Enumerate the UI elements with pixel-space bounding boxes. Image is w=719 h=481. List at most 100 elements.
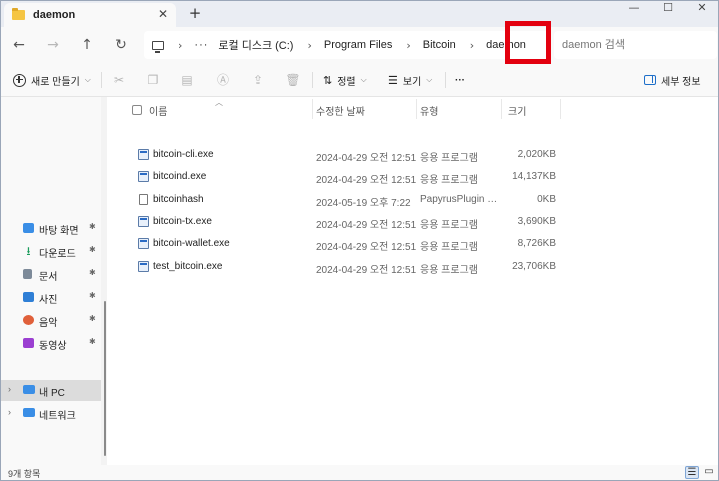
rename-icon[interactable]: Ⓐ <box>215 72 231 88</box>
breadcrumb-bitcoin[interactable]: Bitcoin <box>423 39 456 51</box>
file-type: 응용 프로그램 <box>420 220 478 231</box>
sidebar-item-desktop[interactable]: 바탕 화면 ✱ <box>1 218 101 238</box>
toolbar-divider <box>445 72 446 88</box>
tab-daemon[interactable]: daemon ✕ <box>4 3 176 27</box>
file-name: bitcoin-tx.exe <box>153 216 212 227</box>
tiles-view-icon[interactable]: ▭ <box>702 466 716 479</box>
cut-icon[interactable]: ✂ <box>111 72 127 88</box>
refresh-button[interactable]: ↻ <box>110 35 132 55</box>
file-date: 2024-04-29 오전 12:51 <box>316 220 417 231</box>
column-divider[interactable] <box>560 99 561 119</box>
column-header-date[interactable]: 수정한 날짜 <box>316 103 365 118</box>
new-tab-button[interactable]: + <box>187 5 203 21</box>
folder-icon <box>12 8 25 20</box>
copy-icon[interactable]: ❐ <box>145 72 161 88</box>
file-date: 2024-04-29 오전 12:51 <box>316 175 417 186</box>
title-bar: daemon ✕ + — ☐ ✕ <box>1 1 718 27</box>
paste-icon[interactable]: ▤ <box>179 72 195 88</box>
this-pc-icon <box>23 385 35 394</box>
forward-button[interactable]: → <box>42 35 64 55</box>
file-name: bitcoind.exe <box>153 171 207 182</box>
breadcrumb-local-disk[interactable]: 로컬 디스크 (C:) <box>218 37 293 53</box>
address-bar[interactable]: › ··· 로컬 디스크 (C:) › Program Files › Bitc… <box>144 31 551 59</box>
column-header-size[interactable]: 크기 <box>508 103 526 118</box>
column-divider[interactable] <box>501 99 502 119</box>
select-all-checkbox[interactable] <box>132 105 142 115</box>
music-icon <box>23 315 34 325</box>
sidebar-item-documents[interactable]: 문서 ✱ <box>1 264 101 284</box>
table-row[interactable]: test_bitcoin.exe 2024-04-29 오전 12:51 응용 … <box>107 256 718 278</box>
add-icon <box>13 73 26 87</box>
breadcrumb-program-files[interactable]: Program Files <box>324 39 392 51</box>
table-row[interactable]: bitcoinhash 2024-05-19 오후 7:22 PapyrusPl… <box>107 189 718 211</box>
chevron-down-icon: ⌵ <box>84 75 91 84</box>
share-icon[interactable]: ⇪ <box>250 72 266 88</box>
sidebar-item-videos[interactable]: 동영상 ✱ <box>1 333 101 353</box>
file-name: bitcoin-cli.exe <box>153 149 214 160</box>
column-header-type[interactable]: 유형 <box>420 103 438 118</box>
sidebar-item-music[interactable]: 음악 ✱ <box>1 310 101 330</box>
details-pane-icon <box>644 75 656 85</box>
new-button-label: 새로 만들기 <box>31 76 80 88</box>
file-explorer-window: daemon ✕ + — ☐ ✕ ← → ↑ ↻ › ··· 로컬 디스크 (C… <box>0 0 719 481</box>
pin-icon: ✱ <box>89 222 96 231</box>
pin-icon: ✱ <box>89 291 96 300</box>
table-row[interactable]: bitcoin-cli.exe 2024-04-29 오전 12:51 응용 프… <box>107 144 718 166</box>
sidebar-item-label: 바탕 화면 <box>39 226 79 237</box>
computer-icon <box>152 40 164 53</box>
maximize-button[interactable]: ☐ <box>653 1 683 15</box>
file-name: bitcoinhash <box>153 194 204 205</box>
details-view-icon[interactable]: ☰ <box>685 466 699 479</box>
table-row[interactable]: bitcoind.exe 2024-04-29 오전 12:51 응용 프로그램… <box>107 166 718 188</box>
file-size: 2,020KB <box>517 149 556 160</box>
sort-button[interactable]: ⇅ 정렬 ⌵ <box>323 71 367 89</box>
sidebar-item-label: 네트워크 <box>39 411 76 422</box>
delete-icon[interactable]: 🗑 <box>285 72 301 88</box>
more-options-button[interactable]: ··· <box>455 71 465 89</box>
sidebar-item-downloads[interactable]: ⭳ 다운로드 ✱ <box>1 241 101 261</box>
file-size: 3,690KB <box>517 216 556 227</box>
sidebar-item-pictures[interactable]: 사진 ✱ <box>1 287 101 307</box>
tab-title: daemon <box>33 9 76 21</box>
back-button[interactable]: ← <box>8 35 30 55</box>
download-icon: ⭳ <box>26 244 31 258</box>
address-row: ← → ↑ ↻ › ··· 로컬 디스크 (C:) › Program File… <box>1 27 718 63</box>
item-count: 9개 항목 <box>8 469 41 479</box>
videos-icon <box>23 338 34 348</box>
breadcrumb-more[interactable]: ··· <box>194 39 208 51</box>
application-icon <box>138 171 149 182</box>
search-input[interactable]: daemon 검색 <box>554 31 717 59</box>
file-date: 2024-04-29 오전 12:51 <box>316 265 417 276</box>
view-icon: ☰ <box>388 74 398 87</box>
file-type: 응용 프로그램 <box>420 153 478 164</box>
column-header-name[interactable]: 이름 <box>149 103 167 118</box>
chevron-down-icon: ⌵ <box>360 75 367 84</box>
sort-label: 정렬 <box>337 76 356 88</box>
view-label: 보기 <box>402 76 422 88</box>
chevron-right-icon: › <box>178 38 183 52</box>
pin-icon: ✱ <box>89 314 96 323</box>
column-divider[interactable] <box>416 99 417 119</box>
close-window-button[interactable]: ✕ <box>687 1 717 15</box>
column-divider[interactable] <box>312 99 313 119</box>
navigation-scrollbar[interactable] <box>104 301 106 456</box>
sidebar-item-label: 사진 <box>39 295 58 306</box>
new-button[interactable]: 새로 만들기 ⌵ <box>13 71 91 89</box>
sidebar-item-network[interactable]: › 네트워크 <box>1 403 101 423</box>
chevron-right-icon: › <box>469 38 475 52</box>
navigation-pane: 바탕 화면 ✱ ⭳ 다운로드 ✱ 문서 ✱ 사진 ✱ 음악 ✱ 동영상 ✱ › … <box>1 97 101 465</box>
minimize-button[interactable]: — <box>619 1 649 15</box>
pictures-icon <box>23 292 34 302</box>
file-size: 23,706KB <box>512 261 556 272</box>
up-button[interactable]: ↑ <box>76 35 98 55</box>
table-row[interactable]: bitcoin-tx.exe 2024-04-29 오전 12:51 응용 프로… <box>107 211 718 233</box>
table-row[interactable]: bitcoin-wallet.exe 2024-04-29 오전 12:51 응… <box>107 233 718 255</box>
toolbar-divider <box>312 72 313 88</box>
sidebar-item-label: 다운로드 <box>39 249 76 260</box>
file-name: test_bitcoin.exe <box>153 261 223 272</box>
sidebar-item-this-pc[interactable]: › 내 PC <box>1 380 101 401</box>
details-button[interactable]: 세부 정보 <box>644 71 701 89</box>
tab-close-icon[interactable]: ✕ <box>156 7 170 21</box>
chevron-right-icon: › <box>307 38 312 52</box>
view-button[interactable]: ☰ 보기 ⌵ <box>388 71 432 89</box>
